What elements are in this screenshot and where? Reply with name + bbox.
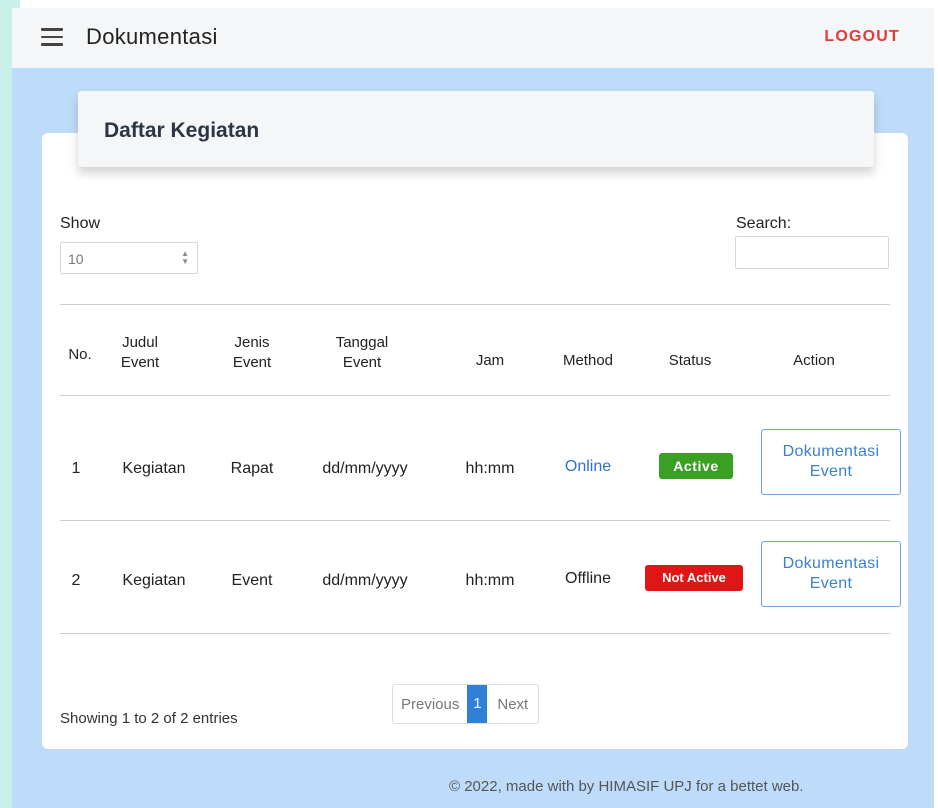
top-navbar: Dokumentasi LOGOUT [12,8,934,68]
col-header-tanggal: Tanggal Event [320,333,404,373]
col-header-judul-line2: Event [120,354,160,371]
sort-arrows-icon: ▲ ▼ [181,249,189,266]
table-top-divider [60,304,890,305]
next-page-button[interactable]: Next [487,696,538,713]
entries-per-page-value: 10 [68,251,84,267]
previous-page-button[interactable]: Previous [393,696,467,713]
search-label: Search: [736,215,792,232]
col-header-action: Action [793,352,835,369]
cell-jam: hh:mm [465,572,515,589]
col-header-jenis-line2: Event [232,354,272,371]
app-container: Dokumentasi LOGOUT Daftar Kegiatan Show … [12,8,934,808]
dokumentasi-event-button-line2: Event [809,463,853,480]
hamburger-menu-icon[interactable] [41,28,63,46]
card-title: Daftar Kegiatan [104,119,260,142]
col-header-jenis: Jenis Event [222,333,282,373]
card-header: Daftar Kegiatan [78,91,874,167]
cell-jam: hh:mm [465,460,515,477]
col-header-tanggal-line2: Event [342,354,382,371]
entries-per-page-select[interactable]: 10 ▲ ▼ [60,242,198,274]
show-label: Show [60,215,101,232]
logout-button[interactable]: LOGOUT [824,28,900,46]
page-1-button[interactable]: 1 [467,685,488,723]
cell-tanggal: dd/mm/yyyy [322,572,408,589]
cell-method: Online [564,458,612,475]
table-bottom-divider [60,633,890,634]
col-header-judul: Judul Event [110,333,170,373]
col-header-jenis-line1: Jenis [234,334,270,351]
events-card: Show 10 ▲ ▼ Search: No. Judul Event Jenis… [42,133,908,749]
cell-judul: Kegiatan [122,460,186,477]
row-divider [60,520,890,521]
page-title: Dokumentasi [86,24,218,49]
dokumentasi-event-button-line2: Event [809,575,853,592]
cell-jenis: Event [231,572,273,589]
table-header-divider [60,395,890,396]
search-input[interactable] [735,236,889,269]
footer-text: © 2022, made with by HIMASIF UPJ for a b… [449,778,804,795]
dokumentasi-event-button[interactable]: Dokumentasi Event [761,541,901,607]
entries-info: Showing 1 to 2 of 2 entries [60,710,238,727]
col-header-jam: Jam [475,352,505,369]
dokumentasi-event-button-line1: Dokumentasi [782,443,880,460]
cell-no: 2 [71,572,81,589]
cell-method: Offline [565,570,611,587]
pagination: Previous 1 Next [392,684,540,724]
col-header-tanggal-line1: Tanggal [335,334,389,351]
cell-jenis: Rapat [230,460,274,477]
dokumentasi-event-button[interactable]: Dokumentasi Event [761,429,901,495]
col-header-no: No. [68,346,92,363]
col-header-judul-line1: Judul [122,334,158,351]
cell-no: 1 [71,460,81,477]
cell-tanggal: dd/mm/yyyy [322,460,408,477]
col-header-status: Status [668,352,712,369]
col-header-method: Method [562,352,614,369]
status-badge: Not Active [645,565,743,591]
cell-judul: Kegiatan [122,572,186,589]
status-badge: Active [659,453,733,479]
dokumentasi-event-button-line1: Dokumentasi [782,555,880,572]
